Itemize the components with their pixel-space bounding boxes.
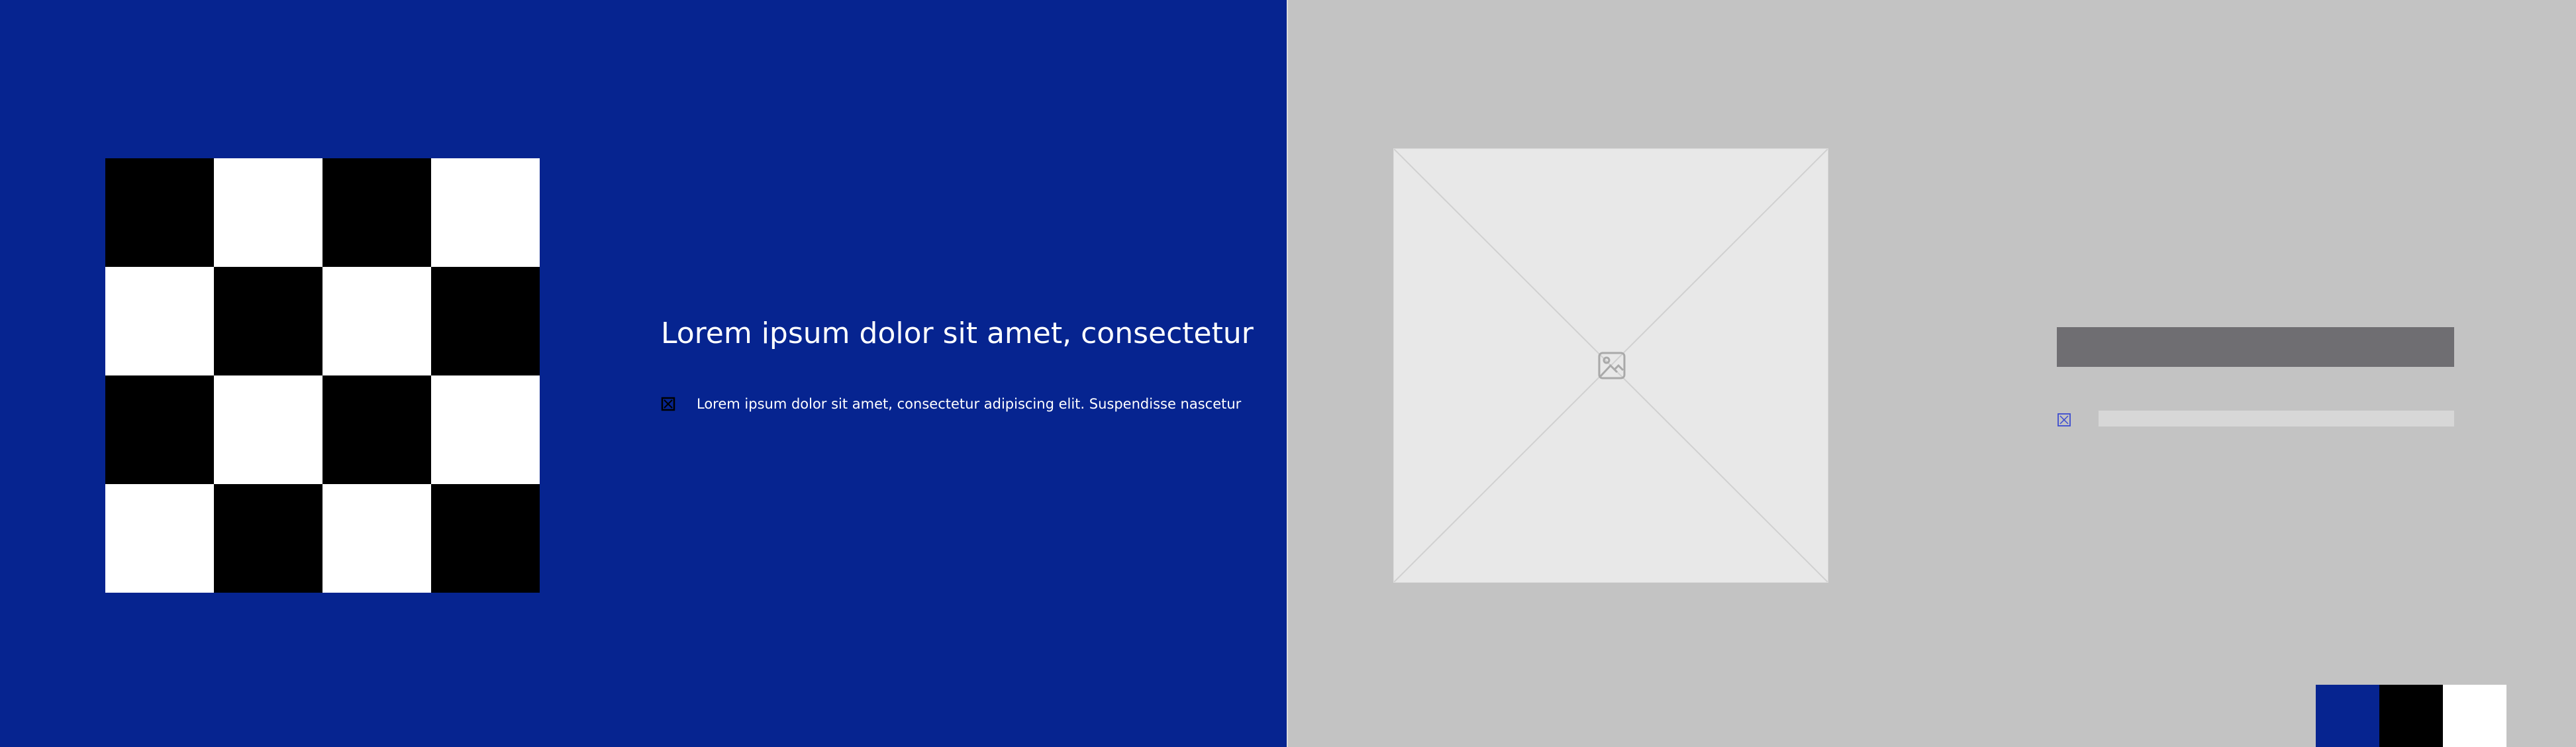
bullet-text: Lorem ipsum dolor sit amet, consectetur … <box>697 396 1242 412</box>
color-swatch <box>2379 685 2443 747</box>
skeleton-text-line <box>2099 411 2454 426</box>
color-swatches <box>2316 685 2506 747</box>
checker-cell <box>105 158 214 267</box>
checker-cell <box>105 375 214 484</box>
panel-divider <box>1287 0 1288 747</box>
bullet-item: Lorem ipsum dolor sit amet, consectetur … <box>661 396 1241 412</box>
checker-cell <box>322 158 431 267</box>
checker-cell <box>105 484 214 593</box>
checker-cell <box>322 484 431 593</box>
checkbox-x-icon <box>2057 413 2071 426</box>
checker-cell <box>431 158 540 267</box>
checker-cell <box>322 267 431 375</box>
headline-text: Lorem ipsum dolor sit amet, consectetur <box>661 317 1254 350</box>
checker-cell <box>214 484 322 593</box>
checkerboard-image <box>105 158 540 593</box>
checker-cell <box>105 267 214 375</box>
image-placeholder <box>1393 148 1828 583</box>
checker-cell <box>322 375 431 484</box>
color-swatch <box>2316 685 2379 747</box>
checker-cell <box>431 375 540 484</box>
slide-template-page: Lorem ipsum dolor sit amet, consectetur … <box>0 0 2576 747</box>
checker-cell <box>214 158 322 267</box>
checker-cell <box>431 267 540 375</box>
checker-cell <box>214 375 322 484</box>
color-swatch <box>2443 685 2506 747</box>
checkbox-x-icon <box>661 397 675 411</box>
image-icon <box>1598 352 1626 379</box>
skeleton-title-bar <box>2057 327 2454 367</box>
left-panel-blue: Lorem ipsum dolor sit amet, consectetur … <box>0 0 1287 747</box>
checker-cell <box>214 267 322 375</box>
checker-cell <box>431 484 540 593</box>
